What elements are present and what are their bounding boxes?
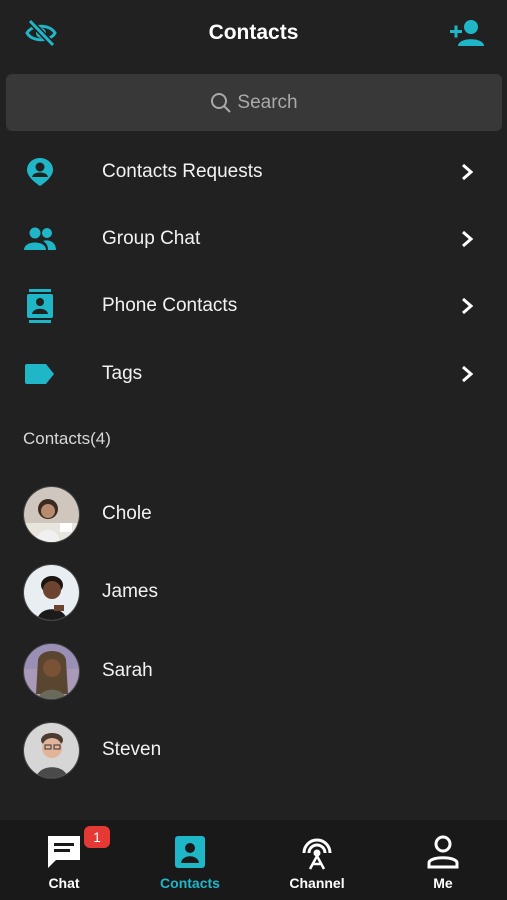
menu-item-label: Phone Contacts (102, 295, 238, 316)
tab-label: Channel (289, 875, 345, 891)
avatar (23, 642, 80, 700)
contact-item-steven[interactable]: Steven (0, 715, 507, 785)
menu-item-label: Contacts Requests (102, 161, 263, 182)
chat-icon (48, 836, 80, 868)
tab-label: Contacts (160, 875, 220, 891)
unread-badge: 1 (84, 826, 110, 848)
menu-item-tags[interactable]: Tags (0, 344, 507, 404)
menu-item-contacts-requests[interactable]: Contacts Requests (0, 142, 507, 202)
contact-item-james[interactable]: James (0, 557, 507, 627)
person-icon (427, 835, 459, 869)
tab-chat[interactable]: Chat 1 (1, 820, 127, 900)
phone-contacts-icon (22, 288, 58, 324)
tab-label: Chat (48, 875, 80, 891)
avatar (23, 563, 80, 621)
chevron-right-icon (462, 230, 474, 248)
contact-name: James (102, 581, 158, 602)
eye-slash-icon[interactable] (24, 16, 58, 50)
tab-channel[interactable]: Channel (254, 820, 380, 900)
chevron-right-icon (462, 163, 474, 181)
group-icon (22, 221, 58, 257)
top-bar: Contacts (0, 0, 507, 66)
contact-item-sarah[interactable]: Sarah (0, 636, 507, 706)
contacts-section-label: Contacts(4) (23, 429, 111, 448)
menu-item-phone-contacts[interactable]: Phone Contacts (0, 276, 507, 336)
chevron-right-icon (462, 365, 474, 383)
broadcast-icon (302, 838, 332, 870)
add-contact-icon[interactable] (449, 16, 485, 50)
tab-contacts[interactable]: Contacts (127, 820, 253, 900)
chevron-right-icon (462, 297, 474, 315)
contact-name: Sarah (102, 660, 153, 681)
bottom-tab-bar: Chat 1 Contacts Channel Me (0, 820, 507, 900)
contacts-icon (175, 836, 205, 868)
tab-label: Me (433, 875, 453, 891)
search-icon (211, 92, 232, 113)
contact-item-chole[interactable]: Chole (0, 479, 507, 549)
page-title: Contacts (208, 21, 299, 44)
menu-item-group-chat[interactable]: Group Chat (0, 209, 507, 269)
search-bar[interactable]: Search (6, 74, 502, 131)
search-placeholder: Search (237, 91, 298, 113)
contact-name: Chole (102, 503, 152, 524)
avatar (23, 721, 80, 779)
menu-item-label: Group Chat (102, 228, 201, 249)
tag-icon (22, 356, 58, 392)
tab-me[interactable]: Me (380, 820, 506, 900)
avatar (23, 485, 80, 543)
contact-request-icon (22, 154, 58, 190)
contact-name: Steven (102, 739, 162, 760)
menu-item-label: Tags (102, 363, 143, 384)
